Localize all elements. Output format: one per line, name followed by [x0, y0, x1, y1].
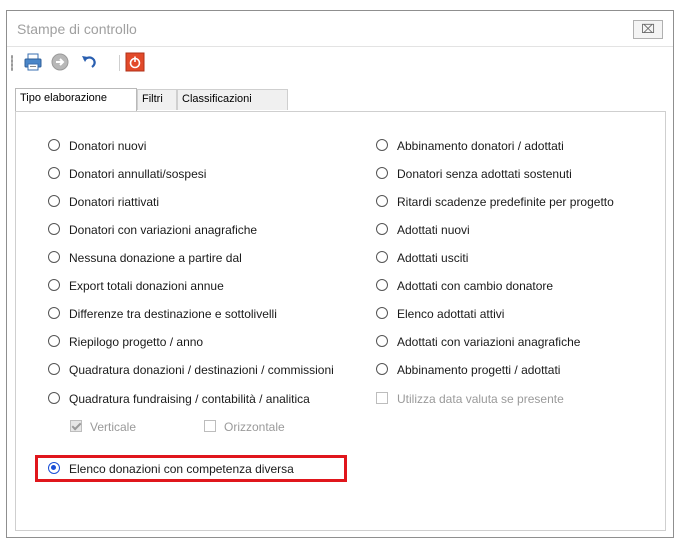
tab-classificazioni[interactable]: Classificazioni	[177, 89, 288, 110]
radio-button[interactable]	[376, 167, 388, 179]
radio-button[interactable]	[376, 195, 388, 207]
power-icon[interactable]	[125, 52, 145, 72]
checkbox[interactable]	[376, 392, 388, 404]
option-label: Donatori senza adottati sostenuti	[397, 167, 572, 181]
tab-tipo-elaborazione[interactable]: Tipo elaborazione	[15, 88, 137, 111]
radio-button[interactable]	[376, 307, 388, 319]
option-label: Export totali donazioni annue	[69, 279, 224, 293]
printer-icon[interactable]	[23, 52, 43, 72]
radio-button[interactable]	[48, 392, 60, 404]
option-label: Quadratura donazioni / destinazioni / co…	[69, 363, 334, 377]
option-label: Donatori nuovi	[69, 139, 147, 153]
option-label: Abbinamento donatori / adottati	[397, 139, 564, 153]
radio-button[interactable]	[376, 363, 388, 375]
option-label: Quadratura fundraising / contabilità / a…	[69, 392, 310, 406]
toolbar-grip	[11, 55, 13, 71]
radio-button[interactable]	[48, 223, 60, 235]
checkbox[interactable]	[204, 420, 216, 432]
option-label: Elenco adottati attivi	[397, 307, 505, 321]
radio-button[interactable]	[48, 167, 60, 179]
radio-button[interactable]	[48, 279, 60, 291]
title-bar: Stampe di controllo ⌧	[7, 11, 673, 45]
option-label: Donatori con variazioni anagrafiche	[69, 223, 258, 237]
radio-button[interactable]	[376, 139, 388, 151]
option-label: Donatori riattivati	[69, 195, 160, 209]
forward-icon[interactable]	[50, 52, 70, 72]
option-label: Adottati nuovi	[397, 223, 470, 237]
option-label: Differenze tra destinazione e sottolivel…	[69, 307, 277, 321]
option-label: Adottati con cambio donatore	[397, 279, 554, 293]
radio-button[interactable]	[48, 251, 60, 263]
toolbar	[7, 46, 673, 77]
option-label: Nessuna donazione a partire dal	[69, 251, 242, 265]
radio-button-selected[interactable]	[48, 462, 60, 474]
radio-button[interactable]	[376, 223, 388, 235]
close-button[interactable]: ⌧	[633, 20, 663, 39]
tab-filtri[interactable]: Filtri	[137, 89, 177, 110]
radio-button[interactable]	[376, 335, 388, 347]
radio-button[interactable]	[48, 139, 60, 151]
option-label: Abbinamento progetti / adottati	[397, 363, 561, 377]
checkbox-label: Orizzontale	[224, 420, 285, 434]
option-label: Ritardi scadenze predefinite per progett…	[397, 195, 614, 209]
radio-button[interactable]	[376, 279, 388, 291]
radio-button[interactable]	[48, 335, 60, 347]
checkbox-label: Utilizza data valuta se presente	[397, 392, 564, 406]
option-label: Adottati usciti	[397, 251, 469, 265]
checkbox[interactable]	[70, 420, 82, 432]
option-label: Donatori annullati/sospesi	[69, 167, 207, 181]
radio-button[interactable]	[48, 307, 60, 319]
option-label: Adottati con variazioni anagrafiche	[397, 335, 581, 349]
option-label: Riepilogo progetto / anno	[69, 335, 204, 349]
toolbar-separator	[119, 55, 120, 71]
undo-icon[interactable]	[79, 52, 99, 72]
window-title: Stampe di controllo	[17, 21, 137, 37]
option-label: Elenco donazioni con competenza diversa	[69, 462, 294, 476]
radio-button[interactable]	[376, 251, 388, 263]
checkbox-label: Verticale	[90, 420, 137, 434]
radio-button[interactable]	[48, 195, 60, 207]
radio-button[interactable]	[48, 363, 60, 375]
